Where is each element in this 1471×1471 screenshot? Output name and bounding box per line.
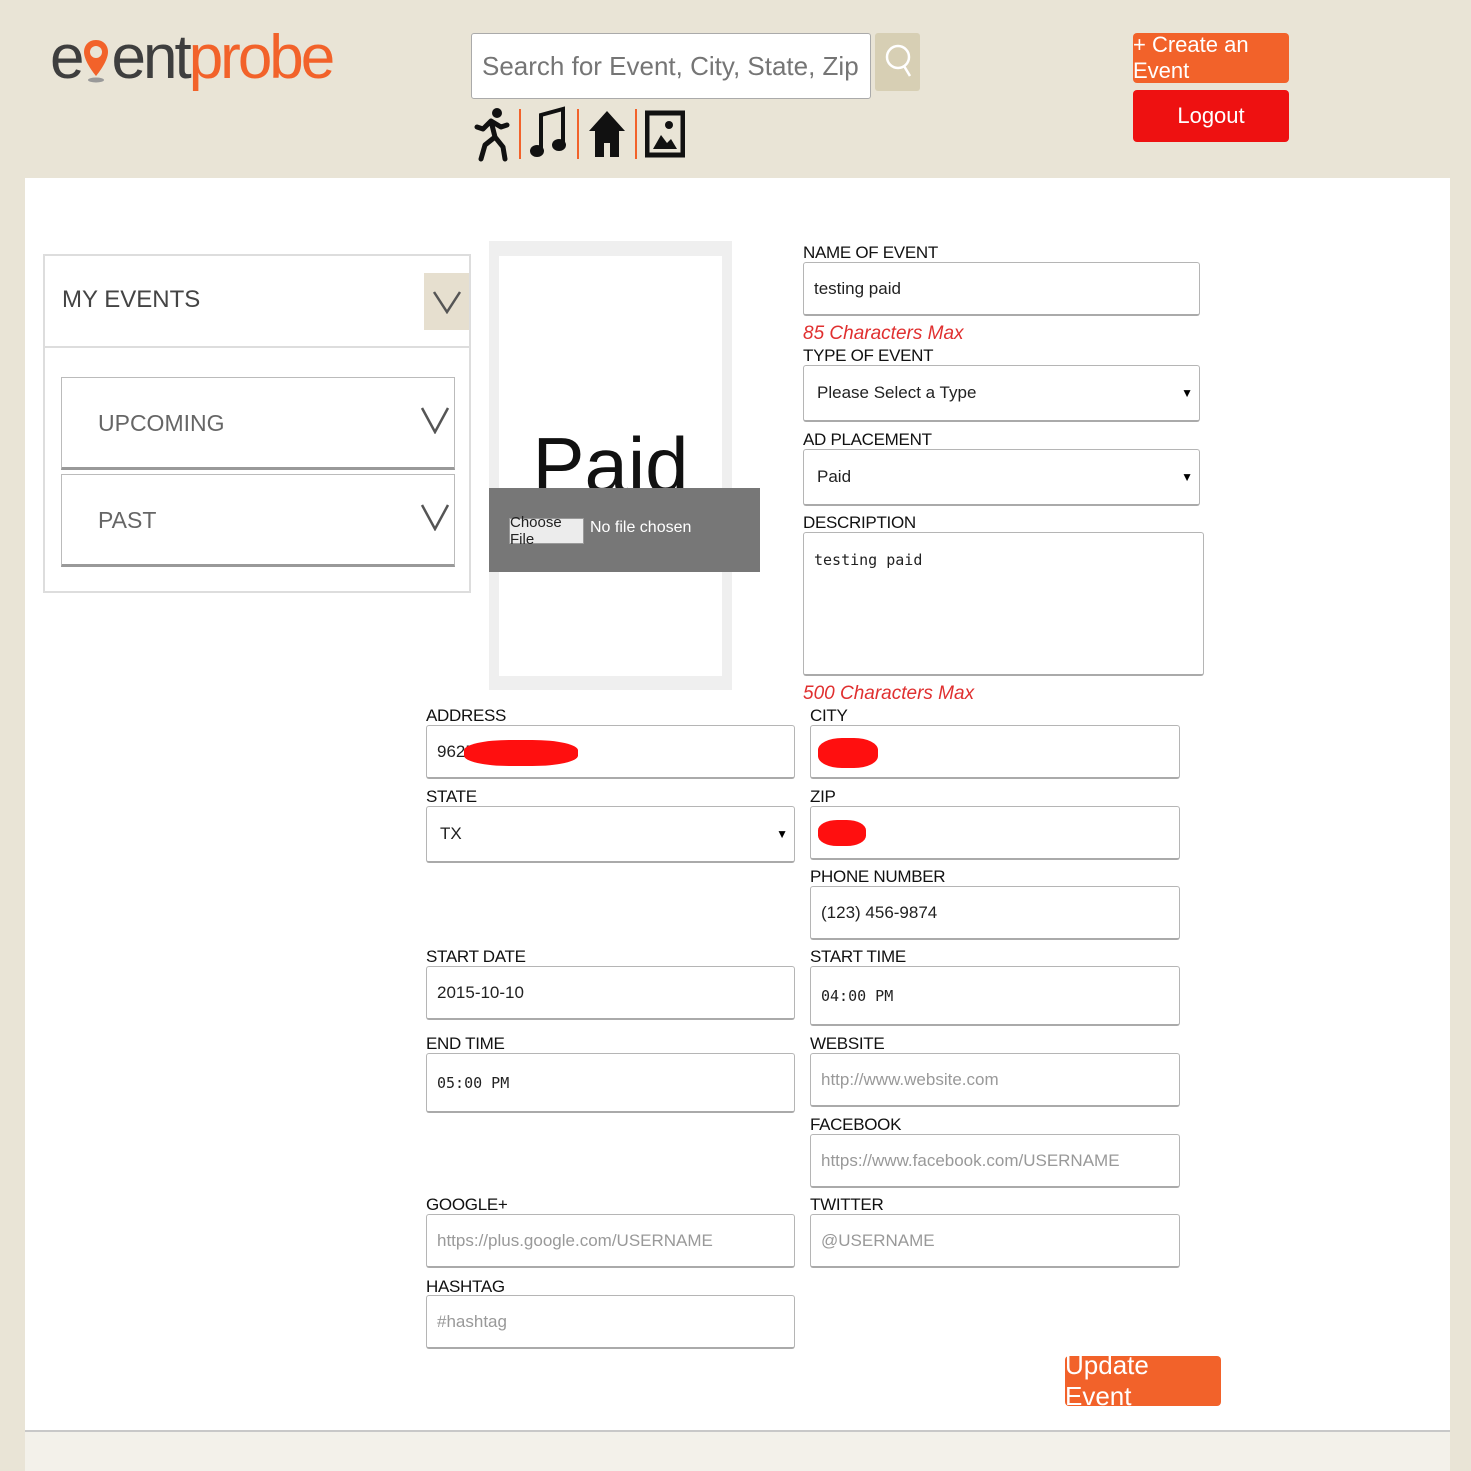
search-icon	[885, 44, 911, 77]
event-type-select[interactable]: Please Select a Type ▼	[803, 365, 1200, 422]
footer	[25, 1430, 1450, 1471]
twitter-label: TWITTER	[810, 1195, 884, 1214]
state-value: TX	[440, 824, 462, 843]
ad-placement-value: Paid	[817, 467, 852, 486]
name-label: NAME OF EVENT	[803, 243, 938, 262]
state-select[interactable]: TX ▼	[426, 806, 795, 863]
description-label: DESCRIPTION	[803, 513, 916, 532]
end-time-input[interactable]: 05:00 PM	[426, 1053, 795, 1113]
description-textarea[interactable]: testing paid	[803, 532, 1204, 676]
choose-file-button[interactable]: Choose File	[509, 514, 584, 548]
facebook-input[interactable]: https://www.facebook.com/USERNAME	[810, 1134, 1180, 1188]
search-input[interactable]	[471, 33, 871, 99]
chevron-down-icon	[420, 407, 450, 434]
my-events-header[interactable]: MY EVENTS	[45, 256, 469, 348]
create-event-button[interactable]: + Create an Event	[1133, 32, 1289, 83]
chevron-down-icon	[420, 504, 450, 531]
event-type-value: Please Select a Type	[817, 383, 977, 402]
search-button[interactable]	[875, 33, 920, 91]
google-input[interactable]: https://plus.google.com/USERNAME	[426, 1214, 795, 1268]
my-events-title: MY EVENTS	[62, 286, 201, 313]
description-char-hint: 500 Characters Max	[803, 683, 975, 704]
event-name-input[interactable]: testing paid	[803, 262, 1200, 316]
city-label: CITY	[810, 706, 848, 725]
redaction-mark	[464, 740, 578, 766]
twitter-input[interactable]: @USERNAME	[810, 1214, 1180, 1268]
name-char-hint: 85 Characters Max	[803, 323, 964, 344]
address-label: ADDRESS	[426, 706, 507, 725]
update-event-button[interactable]: Update Event	[1065, 1350, 1221, 1411]
image-icon[interactable]	[645, 105, 685, 163]
google-label: GOOGLE+	[426, 1195, 508, 1214]
sidebar-item-upcoming[interactable]: UPCOMING	[61, 377, 455, 470]
location-pin-icon	[82, 24, 110, 83]
logo[interactable]: e entprobe	[50, 18, 335, 98]
my-events-sidebar: MY EVENTS UPCOMING PAST	[43, 254, 471, 593]
redaction-mark	[818, 738, 878, 768]
chevron-down-icon	[432, 290, 461, 314]
start-time-input[interactable]: 04:00 PM	[810, 966, 1180, 1026]
zip-label: ZIP	[810, 787, 836, 806]
sidebar-item-label: UPCOMING	[98, 410, 225, 436]
phone-input[interactable]: (123) 456-9874	[810, 886, 1180, 940]
hashtag-input[interactable]: #hashtag	[426, 1295, 795, 1349]
sports-icon[interactable]	[471, 105, 511, 163]
logout-button[interactable]: Logout	[1133, 90, 1289, 142]
start-time-label: START TIME	[810, 947, 906, 966]
redaction-mark	[818, 820, 866, 846]
start-date-input[interactable]: 2015-10-10	[426, 966, 795, 1020]
state-label: STATE	[426, 787, 477, 806]
dropdown-caret-icon: ▼	[1181, 386, 1193, 400]
type-label: TYPE OF EVENT	[803, 346, 934, 365]
home-icon[interactable]	[587, 105, 627, 163]
phone-label: PHONE NUMBER	[810, 867, 946, 886]
hashtag-label: HASHTAG	[426, 1277, 505, 1296]
website-label: WEBSITE	[810, 1034, 885, 1053]
sidebar-item-label: PAST	[98, 507, 157, 533]
start-date-label: START DATE	[426, 947, 526, 966]
ad-placement-label: AD PLACEMENT	[803, 430, 932, 449]
website-input[interactable]: http://www.website.com	[810, 1053, 1180, 1107]
file-status: No file chosen	[590, 519, 692, 536]
facebook-label: FACEBOOK	[810, 1115, 902, 1134]
music-icon[interactable]	[529, 105, 569, 163]
dropdown-caret-icon: ▼	[776, 827, 788, 841]
category-icons	[471, 105, 685, 163]
sidebar-item-past[interactable]: PAST	[61, 474, 455, 567]
dropdown-caret-icon: ▼	[1181, 470, 1193, 484]
file-upload-bar: Choose File No file chosen	[489, 488, 760, 572]
my-events-toggle[interactable]	[424, 273, 469, 330]
ad-placement-select[interactable]: Paid ▼	[803, 449, 1200, 506]
end-time-label: END TIME	[426, 1034, 505, 1053]
